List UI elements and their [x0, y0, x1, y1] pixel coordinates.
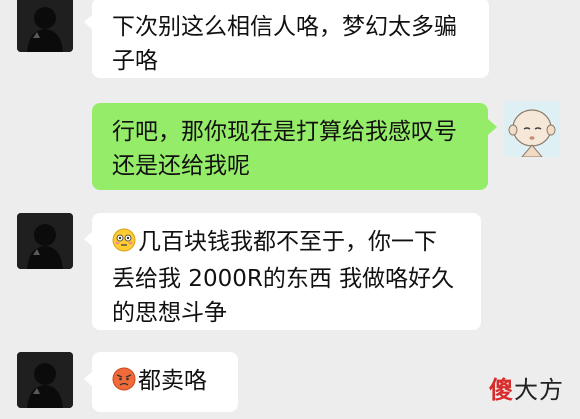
contact-avatar[interactable] [17, 352, 73, 408]
message-text-line: 还是还给我呢 [112, 153, 250, 179]
silhouette-icon [17, 352, 73, 408]
silhouette-icon [17, 213, 73, 269]
bubble-tail [488, 119, 497, 135]
message-text-line: 都卖咯 [138, 368, 207, 394]
message-text-line: 下次别这么相信人咯，梦幻太多骗 [112, 14, 457, 40]
bald-cartoon-icon [504, 101, 560, 157]
angry-face-icon [112, 367, 136, 401]
message-text-line: 几百块钱我都不至于，你一下 [138, 229, 437, 255]
watermark: 傻大方 [489, 370, 564, 405]
silhouette-icon [17, 0, 73, 52]
message-bubble-sent[interactable]: 行吧，那你现在是打算给我感叹号 还是还给我呢 [92, 103, 488, 190]
watermark-part: 大方 [514, 376, 564, 404]
my-avatar[interactable] [504, 101, 560, 157]
flushed-face-icon [112, 228, 136, 262]
message-bubble-received[interactable]: 几百块钱我都不至于，你一下 丢给我 2000R的东西 我做咯好久 的思想斗争 [92, 213, 481, 330]
message-bubble-received[interactable]: 下次别这么相信人咯，梦幻太多骗 子咯 [92, 0, 489, 78]
message-text-line: 子咯 [112, 48, 158, 74]
message-text-line: 行吧，那你现在是打算给我感叹号 [112, 119, 457, 145]
message-bubble-received[interactable]: 都卖咯 [92, 352, 238, 412]
watermark-part: 傻 [489, 376, 514, 404]
message-text-line: 丢给我 2000R的东西 我做咯好久 [112, 266, 455, 292]
message-text-line: 的思想斗争 [112, 300, 227, 326]
contact-avatar[interactable] [17, 0, 73, 52]
contact-avatar[interactable] [17, 213, 73, 269]
